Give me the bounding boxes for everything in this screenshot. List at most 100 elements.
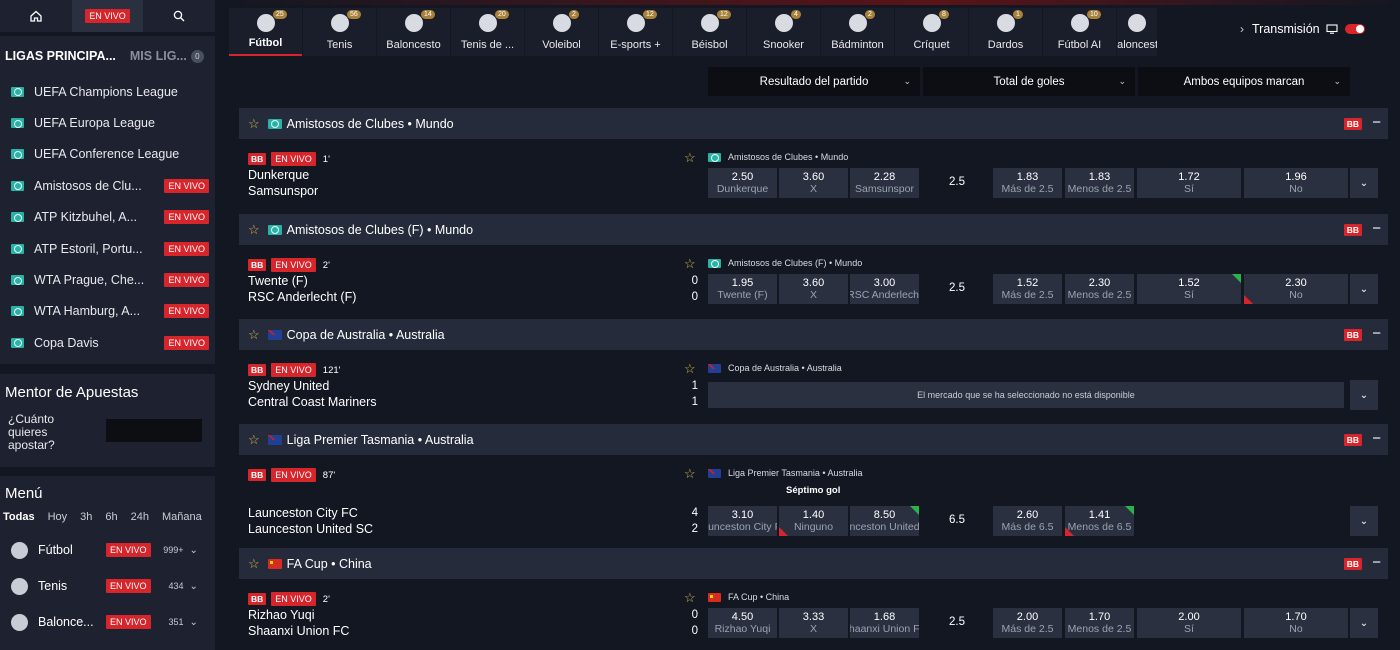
tab-my-leagues[interactable]: MIS LIG... bbox=[130, 49, 187, 63]
star-icon[interactable]: ☆ bbox=[684, 466, 696, 482]
market-select[interactable]: Total de goles ⌄ bbox=[923, 67, 1135, 96]
chevron-down-icon[interactable]: ⌄ bbox=[190, 617, 198, 628]
collapse-icon[interactable]: − bbox=[1372, 554, 1381, 571]
league-row[interactable]: UEFA Champions League bbox=[0, 76, 215, 107]
odds-cell[interactable]: 3.10Launceston City FC bbox=[708, 506, 777, 536]
odds-cell[interactable]: 1.70 Menos de 2.5 bbox=[1065, 608, 1134, 638]
star-icon[interactable]: ☆ bbox=[684, 150, 696, 166]
odds-cell[interactable]: 1.96 No bbox=[1244, 168, 1348, 198]
home-button[interactable] bbox=[0, 0, 72, 32]
odds-cell[interactable]: 2.50 Dunkerque bbox=[708, 168, 777, 198]
expand-markets-button[interactable]: ⌄ bbox=[1350, 380, 1378, 410]
menu-tab[interactable]: 24h bbox=[131, 511, 149, 523]
star-icon[interactable]: ☆ bbox=[248, 327, 260, 343]
home-team[interactable]: Rizhao Yuqi bbox=[248, 608, 315, 622]
menu-sport-row[interactable]: Fútbol EN VIVO 999+ ⌄ bbox=[0, 532, 215, 568]
sport-tab[interactable]: 12 E-sports + bbox=[599, 8, 672, 56]
transmission-toggle[interactable]: › Transmisión bbox=[1240, 22, 1365, 36]
expand-markets-button[interactable]: ⌄ bbox=[1350, 168, 1378, 198]
odds-cell[interactable]: 1.68Shaanxi Union FC bbox=[850, 608, 919, 638]
collapse-icon[interactable]: − bbox=[1372, 325, 1381, 342]
odds-cell[interactable]: 3.00 RSC Anderlecht bbox=[850, 274, 919, 304]
expand-markets-button[interactable]: ⌄ bbox=[1350, 506, 1378, 536]
odds-cell[interactable]: 1.41 Menos de 6.5 bbox=[1065, 506, 1134, 536]
league-row[interactable]: WTA Prague, Che... EN VIVO bbox=[0, 264, 215, 295]
collapse-icon[interactable]: − bbox=[1372, 114, 1381, 131]
home-team[interactable]: Sydney United bbox=[248, 379, 329, 393]
odds-cell[interactable]: 1.83 Menos de 2.5 bbox=[1065, 168, 1134, 198]
league-row[interactable]: WTA Hamburg, A... EN VIVO bbox=[0, 296, 215, 327]
odds-cell[interactable]: 2.00 Sí bbox=[1137, 608, 1241, 638]
chevron-down-icon[interactable]: ⌄ bbox=[190, 581, 198, 592]
market-select[interactable]: Ambos equipos marcan ⌄ bbox=[1138, 67, 1350, 96]
menu-tab[interactable]: 3h bbox=[80, 511, 92, 523]
sport-tab[interactable]: 14 Baloncesto bbox=[377, 8, 450, 56]
search-button[interactable] bbox=[143, 0, 215, 32]
odds-cell[interactable]: 2.00 Más de 2.5 bbox=[993, 608, 1062, 638]
menu-tab[interactable]: Todas bbox=[3, 511, 35, 523]
star-icon[interactable]: ☆ bbox=[248, 116, 260, 132]
league-row[interactable]: UEFA Conference League bbox=[0, 139, 215, 170]
odds-cell[interactable]: 2.28 Samsunspor bbox=[850, 168, 919, 198]
sport-tab[interactable]: 12 Béisbol bbox=[673, 8, 746, 56]
star-icon[interactable]: ☆ bbox=[684, 361, 696, 377]
away-team[interactable]: Samsunspor bbox=[248, 184, 318, 198]
odds-cell[interactable]: 8.50Launceston United SC bbox=[850, 506, 919, 536]
sport-tab[interactable]: 20 Tenis de ... bbox=[451, 8, 524, 56]
league-row[interactable]: ATP Estoril, Portu... EN VIVO bbox=[0, 233, 215, 264]
home-team[interactable]: Launceston City FC bbox=[248, 506, 358, 520]
star-icon[interactable]: ☆ bbox=[248, 556, 260, 572]
sport-tab[interactable]: 2 Voleibol bbox=[525, 8, 598, 56]
sport-tab[interactable]: 1 Dardos bbox=[969, 8, 1042, 56]
sport-tab[interactable]: 25 Fútbol bbox=[229, 8, 302, 56]
away-team[interactable]: RSC Anderlecht (F) bbox=[248, 290, 356, 304]
menu-tab[interactable]: Hoy bbox=[48, 511, 68, 523]
star-icon[interactable]: ☆ bbox=[684, 256, 696, 272]
odds-cell[interactable]: 2.60 Más de 6.5 bbox=[993, 506, 1062, 536]
odds-cell[interactable]: 1.52 Sí bbox=[1137, 274, 1241, 304]
star-icon[interactable]: ☆ bbox=[684, 590, 696, 606]
sport-tab[interactable]: 56 Tenis bbox=[303, 8, 376, 56]
market-select[interactable]: Resultado del partido ⌄ bbox=[708, 67, 920, 96]
sport-tab[interactable]: Baloncesto bbox=[1117, 8, 1157, 56]
chevron-right-icon[interactable]: › bbox=[1240, 22, 1244, 36]
away-team[interactable]: Central Coast Mariners bbox=[248, 395, 377, 409]
league-row[interactable]: UEFA Europa League bbox=[0, 107, 215, 138]
expand-markets-button[interactable]: ⌄ bbox=[1350, 608, 1378, 638]
odds-cell[interactable]: 1.95 Twente (F) bbox=[708, 274, 777, 304]
menu-sport-row[interactable]: Balonce... EN VIVO 351 ⌄ bbox=[0, 604, 215, 640]
odds-cell[interactable]: 3.60 X bbox=[779, 168, 848, 198]
star-icon[interactable]: ☆ bbox=[248, 432, 260, 448]
sport-tab[interactable]: 4 Snooker bbox=[747, 8, 820, 56]
away-team[interactable]: Shaanxi Union FC bbox=[248, 624, 349, 638]
odds-cell[interactable]: 1.70 No bbox=[1244, 608, 1348, 638]
menu-sport-row[interactable]: Tenis EN VIVO 434 ⌄ bbox=[0, 568, 215, 604]
chevron-down-icon[interactable]: ⌄ bbox=[190, 545, 198, 556]
odds-cell[interactable]: 1.40 Ninguno bbox=[779, 506, 848, 536]
sport-tab[interactable]: 2 Bádminton bbox=[821, 8, 894, 56]
tab-top-leagues[interactable]: LIGAS PRINCIPA... bbox=[5, 49, 116, 63]
collapse-icon[interactable]: − bbox=[1372, 220, 1381, 237]
menu-tab[interactable]: 6h bbox=[105, 511, 117, 523]
transmission-switch[interactable] bbox=[1344, 24, 1365, 34]
collapse-icon[interactable]: − bbox=[1372, 430, 1381, 447]
star-icon[interactable]: ☆ bbox=[248, 222, 260, 238]
league-row[interactable]: Copa Davis EN VIVO bbox=[0, 327, 215, 358]
odds-cell[interactable]: 4.50 Rizhao Yuqi bbox=[708, 608, 777, 638]
odds-cell[interactable]: 2.30 No bbox=[1244, 274, 1348, 304]
home-team[interactable]: Dunkerque bbox=[248, 168, 309, 182]
odds-cell[interactable]: 3.60 X bbox=[779, 274, 848, 304]
away-team[interactable]: Launceston United SC bbox=[248, 522, 373, 536]
odds-cell[interactable]: 2.30 Menos de 2.5 bbox=[1065, 274, 1134, 304]
odds-cell[interactable]: 3.33 X bbox=[779, 608, 848, 638]
menu-tab[interactable]: Mañana bbox=[162, 511, 202, 523]
sport-tab[interactable]: 10 Fútbol AI bbox=[1043, 8, 1116, 56]
odds-cell[interactable]: 1.52 Más de 2.5 bbox=[993, 274, 1062, 304]
odds-cell[interactable]: 1.83 Más de 2.5 bbox=[993, 168, 1062, 198]
odds-cell[interactable]: 1.72 Sí bbox=[1137, 168, 1241, 198]
live-button[interactable]: EN VIVO bbox=[71, 0, 144, 32]
bet-amount-input[interactable] bbox=[106, 419, 202, 442]
expand-markets-button[interactable]: ⌄ bbox=[1350, 274, 1378, 304]
home-team[interactable]: Twente (F) bbox=[248, 274, 308, 288]
league-row[interactable]: Amistosos de Clu... EN VIVO bbox=[0, 170, 215, 201]
